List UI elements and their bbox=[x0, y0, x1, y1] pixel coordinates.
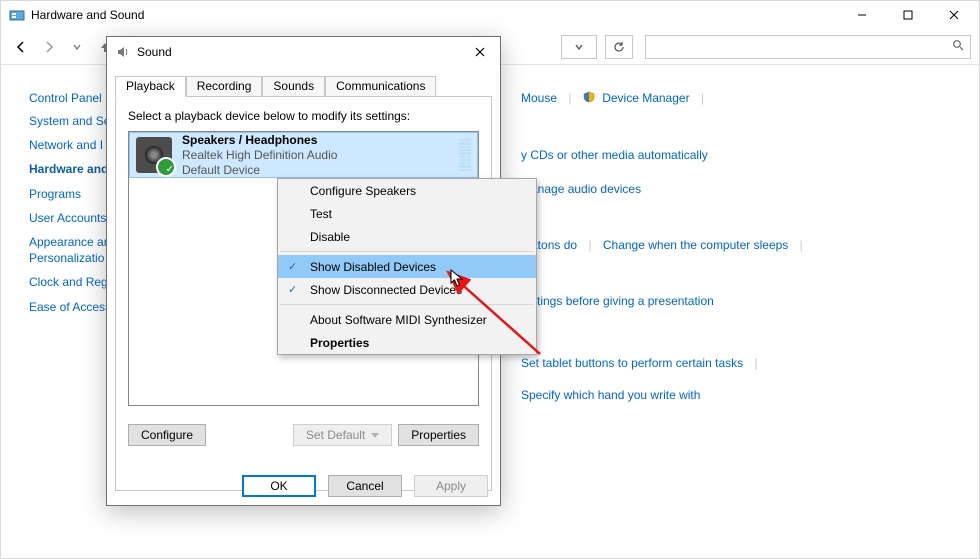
device-item[interactable]: ✓ Speakers / Headphones Realtek High Def… bbox=[129, 132, 478, 178]
content-link[interactable]: Change when the computer sleeps bbox=[603, 238, 788, 252]
device-name: Speakers / Headphones bbox=[182, 133, 337, 148]
maximize-button[interactable] bbox=[885, 1, 931, 29]
speaker-icon: ✓ bbox=[136, 137, 172, 173]
menu-show-disconnected[interactable]: ✓Show Disconnected Devices bbox=[278, 278, 536, 301]
content-link[interactable]: Manage audio devices bbox=[521, 182, 641, 196]
context-menu: Configure Speakers Test Disable ✓Show Di… bbox=[277, 178, 537, 355]
tabstrip: Playback Recording Sounds Communications bbox=[115, 75, 492, 96]
tab-communications[interactable]: Communications bbox=[325, 76, 436, 97]
window-title: Hardware and Sound bbox=[31, 8, 144, 22]
menu-separator bbox=[280, 304, 534, 305]
close-button[interactable] bbox=[931, 1, 977, 29]
content-link[interactable]: Specify which hand you write with bbox=[521, 388, 700, 402]
shield-icon bbox=[583, 92, 598, 106]
search-icon bbox=[952, 39, 964, 54]
cancel-button[interactable]: Cancel bbox=[328, 475, 402, 497]
nav-history-button[interactable] bbox=[65, 35, 89, 59]
forward-button[interactable] bbox=[37, 35, 61, 59]
volume-meter-icon bbox=[459, 139, 471, 171]
content-link[interactable]: Mouse bbox=[521, 91, 557, 105]
instruction-text: Select a playback device below to modify… bbox=[128, 109, 479, 123]
refresh-button[interactable] bbox=[605, 35, 633, 59]
search-box[interactable] bbox=[645, 35, 971, 59]
content-link[interactable]: Set tablet buttons to perform certain ta… bbox=[521, 356, 743, 370]
sound-icon bbox=[115, 44, 131, 60]
device-driver: Realtek High Definition Audio bbox=[182, 148, 337, 163]
control-panel-icon bbox=[9, 7, 25, 23]
menu-properties[interactable]: Properties bbox=[278, 331, 536, 354]
minimize-button[interactable] bbox=[839, 1, 885, 29]
dialog-close-button[interactable] bbox=[466, 40, 494, 64]
apply-button[interactable]: Apply bbox=[414, 475, 488, 497]
content-area: Mouse | Device Manager | y CDs or other … bbox=[521, 91, 969, 420]
address-dropdown[interactable] bbox=[561, 35, 597, 59]
content-link[interactable]: Device Manager bbox=[602, 91, 689, 105]
device-status: Default Device bbox=[182, 163, 337, 178]
menu-show-disabled[interactable]: ✓Show Disabled Devices bbox=[278, 255, 536, 278]
menu-disable[interactable]: Disable bbox=[278, 225, 536, 248]
menu-separator bbox=[280, 251, 534, 252]
tab-recording[interactable]: Recording bbox=[186, 76, 263, 97]
check-icon: ✓ bbox=[288, 283, 297, 296]
content-link[interactable]: y CDs or other media automatically bbox=[521, 148, 708, 162]
content-link[interactable]: settings before giving a presentation bbox=[521, 294, 714, 308]
dialog-titlebar: Sound bbox=[107, 37, 500, 67]
set-default-button[interactable]: Set Default bbox=[293, 424, 392, 446]
check-icon: ✓ bbox=[288, 260, 297, 273]
menu-configure-speakers[interactable]: Configure Speakers bbox=[278, 179, 536, 202]
menu-test[interactable]: Test bbox=[278, 202, 536, 225]
titlebar: Hardware and Sound bbox=[1, 1, 979, 29]
configure-button[interactable]: Configure bbox=[128, 424, 206, 446]
menu-about-midi[interactable]: About Software MIDI Synthesizer bbox=[278, 308, 536, 331]
tab-sounds[interactable]: Sounds bbox=[262, 76, 325, 97]
ok-button[interactable]: OK bbox=[242, 475, 316, 497]
back-button[interactable] bbox=[9, 35, 33, 59]
properties-button[interactable]: Properties bbox=[398, 424, 479, 446]
search-input[interactable] bbox=[652, 39, 952, 55]
dialog-title: Sound bbox=[137, 45, 172, 59]
tab-playback[interactable]: Playback bbox=[115, 76, 186, 97]
